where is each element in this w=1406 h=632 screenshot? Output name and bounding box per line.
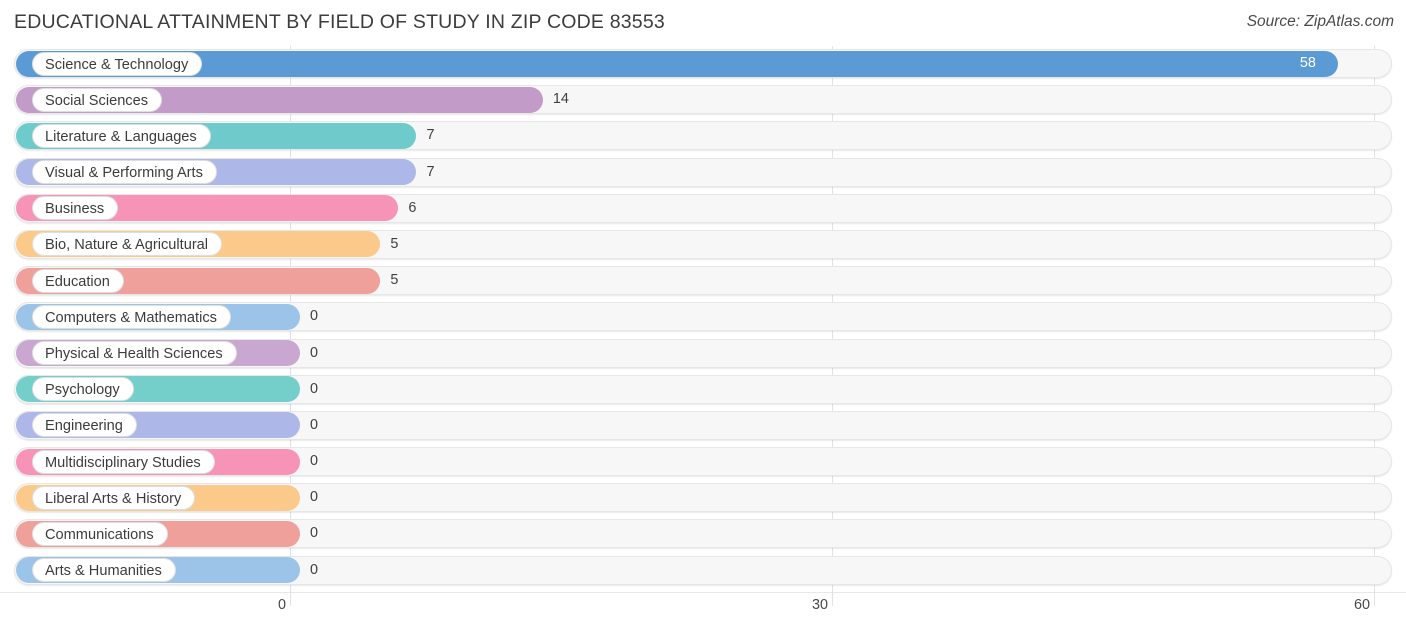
bar-row[interactable]: Liberal Arts & History 0 — [0, 480, 1406, 516]
axis-top-line — [0, 592, 1406, 593]
bar-row[interactable]: Arts & Humanities 0 — [0, 553, 1406, 589]
bar-row[interactable]: Education 5 — [0, 263, 1406, 299]
page-title: EDUCATIONAL ATTAINMENT BY FIELD OF STUDY… — [14, 11, 665, 33]
bar-value-label: 0 — [310, 344, 319, 361]
bar-row[interactable]: Visual & Performing Arts 7 — [0, 155, 1406, 191]
bar-category-label: Social Sciences — [32, 87, 163, 112]
bar-value-label: 0 — [310, 525, 319, 542]
bar-fill — [16, 50, 1338, 77]
bar-category-label: Literature & Languages — [32, 123, 211, 148]
bar-value-label: 0 — [310, 380, 319, 397]
bar-value-label: 0 — [310, 489, 319, 506]
bar-row[interactable]: Multidisciplinary Studies 0 — [0, 444, 1406, 480]
bar-row[interactable]: Literature & Languages 7 — [0, 118, 1406, 154]
bar-row[interactable]: Communications 0 — [0, 516, 1406, 552]
chart-header: EDUCATIONAL ATTAINMENT BY FIELD OF STUDY… — [0, 0, 1406, 46]
bar-value-label: 14 — [552, 91, 569, 108]
bar-category-label: Bio, Nature & Agricultural — [32, 232, 223, 257]
bar-value-label: 0 — [310, 308, 319, 325]
bar-value-label: 0 — [310, 453, 319, 470]
bar-value-label: 0 — [310, 416, 319, 433]
bar-row[interactable]: Bio, Nature & Agricultural 5 — [0, 227, 1406, 263]
bar-row[interactable]: Computers & Mathematics 0 — [0, 299, 1406, 335]
bar-category-label: Business — [32, 196, 119, 221]
axis-tick-label: 60 — [1353, 597, 1370, 613]
axis-tick-60 — [1374, 592, 1375, 606]
axis-tick-label: 0 — [277, 597, 286, 613]
bar-row[interactable]: Psychology 0 — [0, 372, 1406, 408]
bar-category-label: Visual & Performing Arts — [32, 160, 217, 185]
axis-tick-30 — [832, 592, 833, 606]
bar-value-label: 7 — [426, 127, 435, 144]
bar-category-label: Education — [32, 268, 124, 293]
bar-category-label: Engineering — [32, 413, 137, 438]
bar-value-label: 6 — [408, 199, 417, 216]
axis-tick-label: 30 — [811, 597, 828, 613]
bar-value-label: 5 — [390, 235, 399, 252]
bar-category-label: Arts & Humanities — [32, 558, 176, 583]
axis-tick-0 — [290, 592, 291, 606]
x-axis: 0 30 60 — [0, 592, 1406, 632]
bar-value-label: 58 — [1299, 55, 1316, 71]
bar-category-label: Multidisciplinary Studies — [32, 449, 215, 474]
bar-category-label: Science & Technology — [32, 51, 203, 76]
bar-row[interactable]: Business 6 — [0, 191, 1406, 227]
bar-value-label: 7 — [426, 163, 435, 180]
bar-rows: Science & Technology 58 Social Sciences 14 L… — [0, 46, 1406, 589]
bar-category-label: Liberal Arts & History — [32, 485, 196, 510]
chart-plot-area: Science & Technology 58 Social Sciences 14 L… — [0, 46, 1406, 598]
bar-row[interactable]: Social Sciences 14 — [0, 82, 1406, 118]
bar-category-label: Computers & Mathematics — [32, 304, 231, 329]
bar-category-label: Physical & Health Sciences — [32, 341, 237, 365]
bar-category-label: Communications — [32, 521, 168, 546]
bar-category-label: Psychology — [32, 377, 134, 402]
source-attribution: Source: ZipAtlas.com — [1246, 13, 1394, 30]
bar-value-label: 5 — [390, 272, 399, 289]
bar-value-label: 0 — [310, 561, 319, 578]
bar-row[interactable]: Physical & Health Sciences 0 — [0, 336, 1406, 372]
bar-row[interactable]: Science & Technology 58 — [0, 46, 1406, 82]
bar-row[interactable]: Engineering 0 — [0, 408, 1406, 444]
